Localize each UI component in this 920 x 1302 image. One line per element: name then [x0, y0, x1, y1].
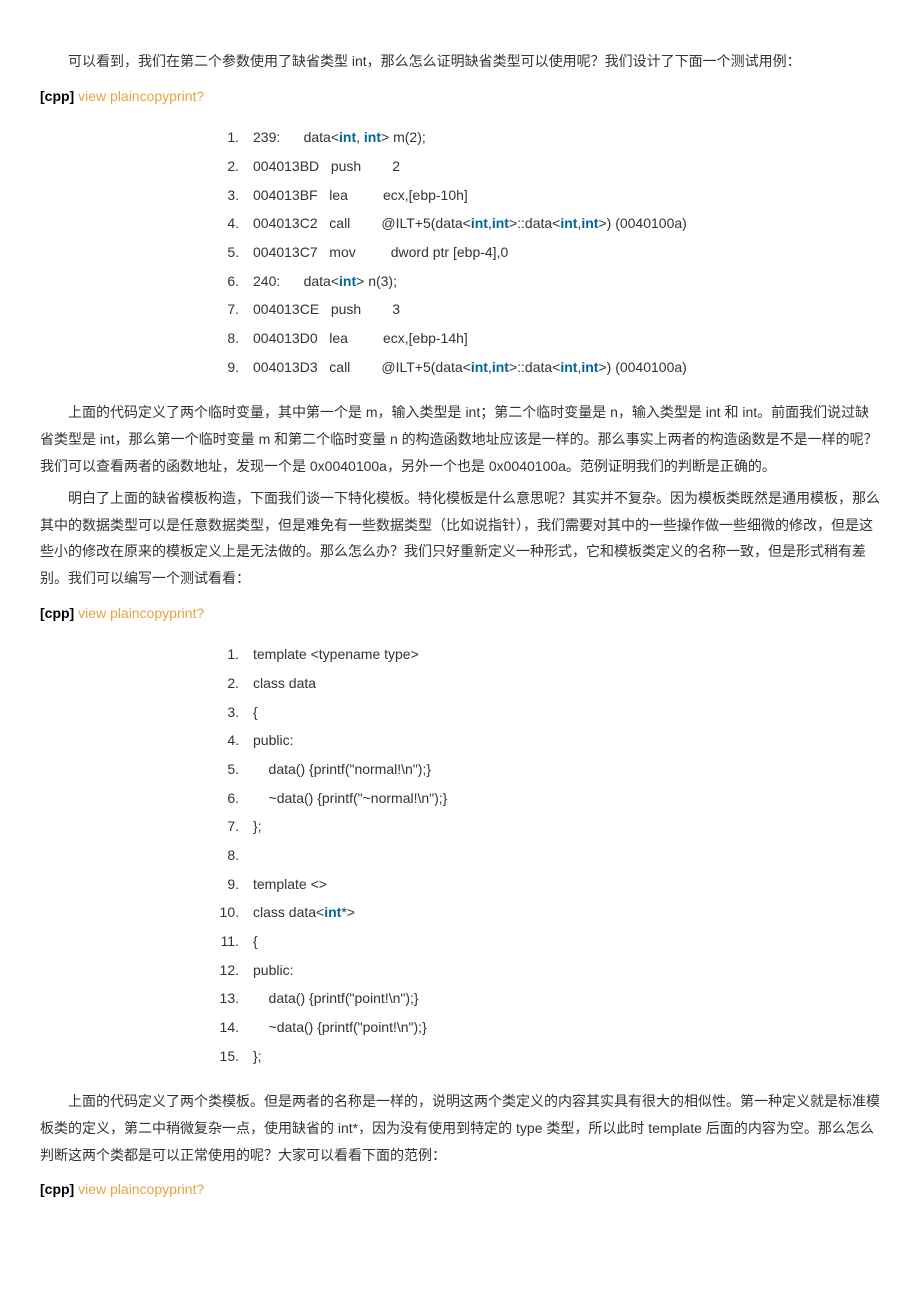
code-line: 5. data() {printf("normal!\n");}: [215, 755, 880, 784]
lang-label: [cpp]: [40, 1181, 74, 1197]
paragraph: 可以看到，我们在第二个参数使用了缺省类型 int，那么怎么证明缺省类型可以使用呢…: [40, 48, 880, 75]
help-link[interactable]: ?: [196, 1181, 204, 1197]
view-plain-link[interactable]: view plain: [78, 605, 139, 621]
code-line: 15.};: [215, 1042, 880, 1071]
code-line: 13. data() {printf("point!\n");}: [215, 984, 880, 1013]
paragraph: 上面的代码定义了两个类模板。但是两者的名称是一样的，说明这两个类定义的内容其实具…: [40, 1088, 880, 1168]
code-line: 6.240: data<int> n(3);: [215, 267, 880, 296]
lang-label: [cpp]: [40, 605, 74, 621]
code-toolbar: [cpp] view plaincopyprint?: [40, 598, 880, 627]
code-line: 3.004013BF lea ecx,[ebp-10h]: [215, 181, 880, 210]
help-link[interactable]: ?: [196, 605, 204, 621]
code-line: 3.{: [215, 698, 880, 727]
view-plain-link[interactable]: view plain: [78, 1181, 139, 1197]
code-line: 9.004013D3 call @ILT+5(data<int,int>::da…: [215, 353, 880, 382]
copy-link[interactable]: copy: [140, 88, 170, 104]
code-line: 5.004013C7 mov dword ptr [ebp-4],0: [215, 238, 880, 267]
code-line: 1.239: data<int, int> m(2);: [215, 123, 880, 152]
code-line: 7.004013CE push 3: [215, 295, 880, 324]
print-link[interactable]: print: [169, 88, 196, 104]
code-line: 4.public:: [215, 726, 880, 755]
code-line: 6. ~data() {printf("~normal!\n");}: [215, 784, 880, 813]
help-link[interactable]: ?: [196, 88, 204, 104]
code-line: 12.public:: [215, 956, 880, 985]
code-toolbar: [cpp] view plaincopyprint?: [40, 81, 880, 110]
code-line: 11.{: [215, 927, 880, 956]
code-line: 10.class data<int*>: [215, 898, 880, 927]
code-line: 8.004013D0 lea ecx,[ebp-14h]: [215, 324, 880, 353]
copy-link[interactable]: copy: [140, 605, 170, 621]
code-toolbar: [cpp] view plaincopyprint?: [40, 1174, 880, 1203]
code-line: 4.004013C2 call @ILT+5(data<int,int>::da…: [215, 209, 880, 238]
code-line: 2.004013BD push 2: [215, 152, 880, 181]
code-line: 8.: [215, 841, 880, 870]
code-line: 7.};: [215, 812, 880, 841]
code-block-2: 1.template <typename type> 2.class data …: [40, 640, 880, 1070]
copy-link[interactable]: copy: [140, 1181, 170, 1197]
code-line: 1.template <typename type>: [215, 640, 880, 669]
code-block-1: 1.239: data<int, int> m(2); 2.004013BD p…: [40, 123, 880, 381]
paragraph: 上面的代码定义了两个临时变量，其中第一个是 m，输入类型是 int；第二个临时变…: [40, 399, 880, 479]
print-link[interactable]: print: [169, 605, 196, 621]
view-plain-link[interactable]: view plain: [78, 88, 139, 104]
code-line: 2.class data: [215, 669, 880, 698]
code-line: 14. ~data() {printf("point!\n");}: [215, 1013, 880, 1042]
print-link[interactable]: print: [169, 1181, 196, 1197]
code-line: 9.template <>: [215, 870, 880, 899]
lang-label: [cpp]: [40, 88, 74, 104]
paragraph: 明白了上面的缺省模板构造，下面我们谈一下特化模板。特化模板是什么意思呢？其实并不…: [40, 485, 880, 591]
